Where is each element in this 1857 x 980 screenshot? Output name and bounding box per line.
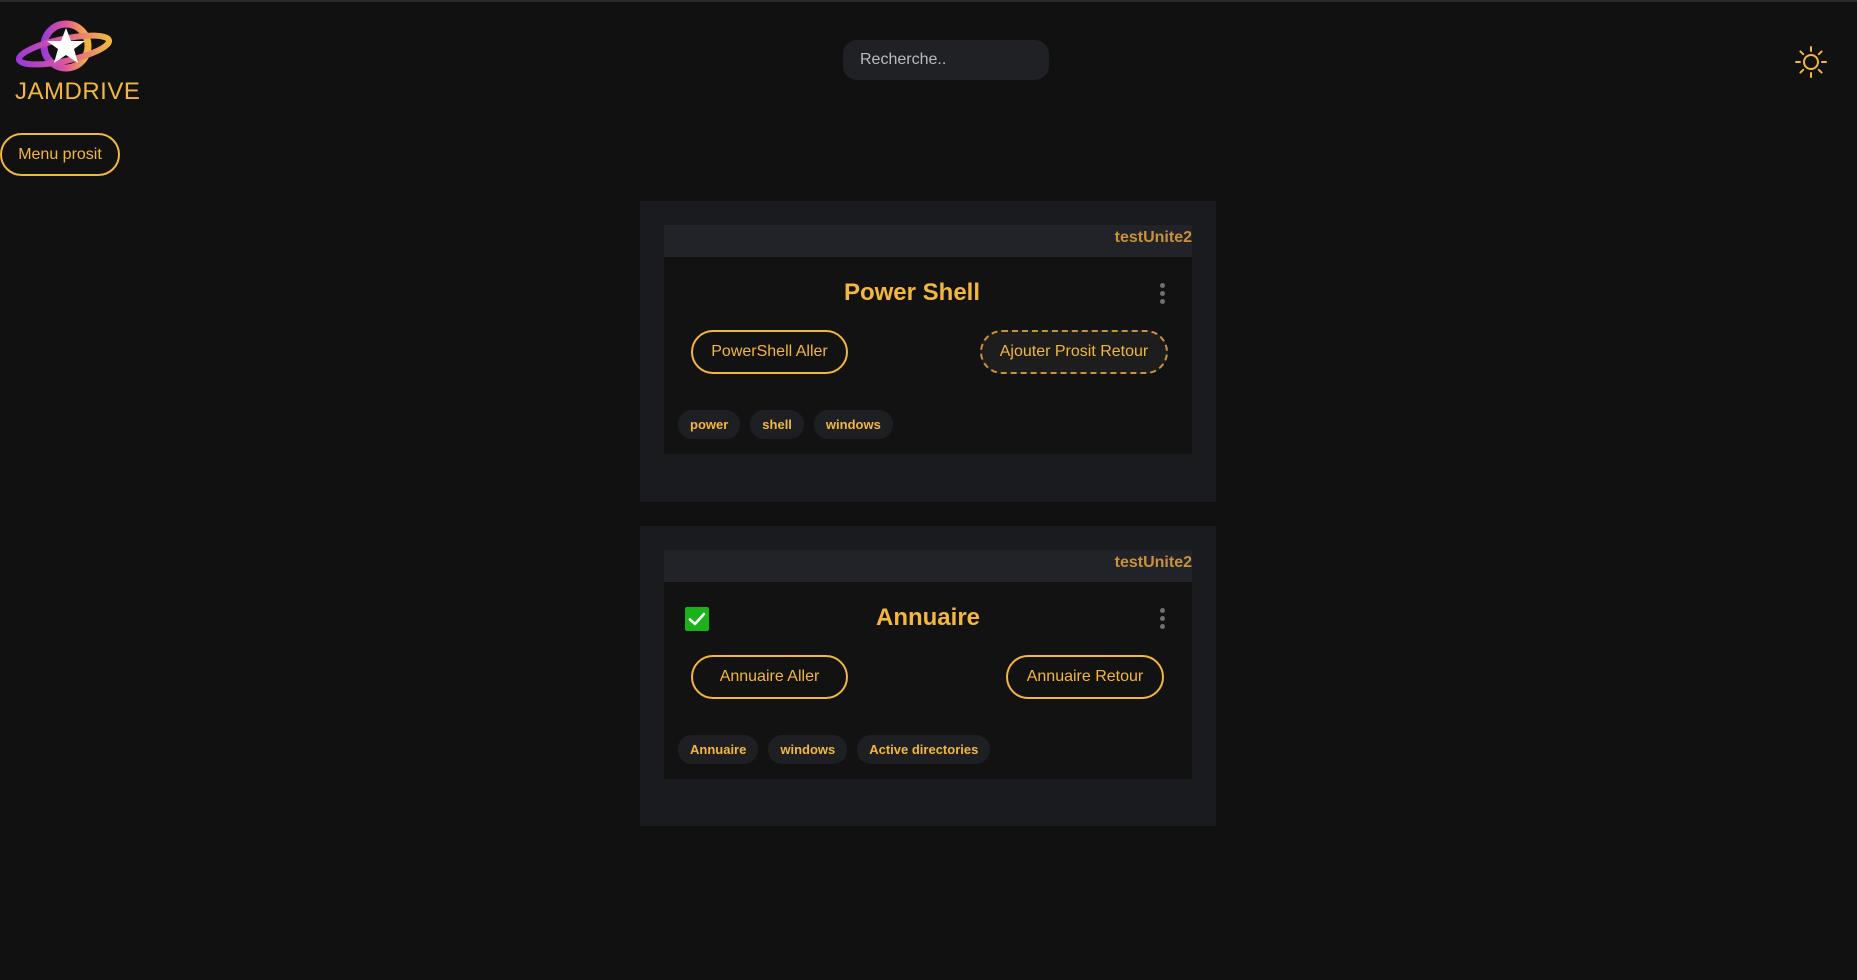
sun-icon[interactable] [1794,45,1828,79]
retour-button[interactable]: Annuaire Retour [1006,655,1164,699]
logo-text: JAMDRIVE [15,78,141,105]
more-options-icon[interactable] [1158,283,1166,309]
unit-label[interactable]: testUnite2 [1115,229,1192,247]
card-body: Annuaire Annuaire Aller Annuaire Retour … [664,582,1192,779]
card-header: testUnite2 [664,225,1192,257]
prosit-card: testUnite2 Power Shell PowerShell Aller … [640,201,1216,502]
tag[interactable]: Annuaire [678,735,759,764]
tag[interactable]: Active directories [857,735,991,764]
logo[interactable]: JAMDRIVE [12,16,140,106]
planet-star-logo-icon [15,20,113,72]
tag-list: power shell windows [678,410,893,439]
aller-button[interactable]: PowerShell Aller [691,330,848,374]
card-title: Annuaire [875,604,980,631]
aller-button[interactable]: Annuaire Aller [691,655,848,699]
header: JAMDRIVE [0,0,1857,120]
search-input[interactable] [843,40,1049,80]
menu-prosit-button[interactable]: Menu prosit [0,133,120,176]
tag-list: Annuaire windows Active directories [678,735,991,764]
tag[interactable]: windows [813,410,893,439]
more-options-icon[interactable] [1158,608,1166,634]
add-retour-button[interactable]: Ajouter Prosit Retour [980,330,1168,374]
card-body: Power Shell PowerShell Aller Ajouter Pro… [664,257,1192,454]
tag[interactable]: windows [768,735,848,764]
tag[interactable]: shell [750,410,804,439]
unit-label[interactable]: testUnite2 [1115,554,1192,572]
card-title: Power Shell [843,279,981,306]
card-header: testUnite2 [664,550,1192,582]
tag[interactable]: power [678,410,741,439]
prosit-card: testUnite2 Annuaire Annuaire Aller Annua… [640,526,1216,826]
